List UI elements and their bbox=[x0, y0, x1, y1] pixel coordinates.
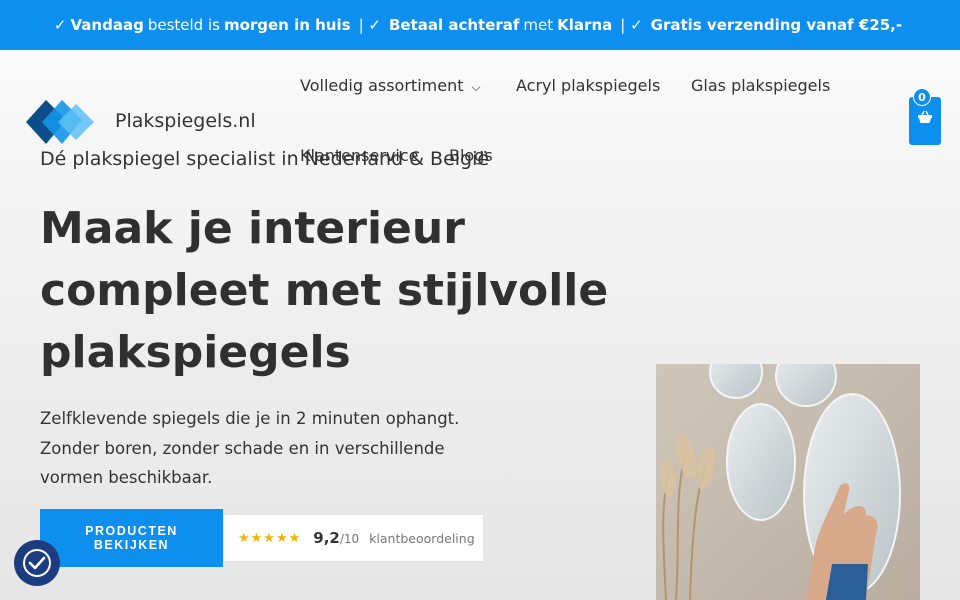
chevron-down-icon: ⌵ bbox=[471, 80, 481, 94]
description-line: vormen beschikbaar. bbox=[40, 468, 213, 487]
promo-separator: | ✓ bbox=[620, 16, 643, 34]
nav-item-glas[interactable]: Glas plakspiegels bbox=[691, 76, 830, 95]
promo-free-shipping: Gratis verzending vanaf €25,- bbox=[650, 16, 903, 34]
cta-label: PRODUCTEN bbox=[85, 524, 178, 538]
brand-name[interactable]: Plakspiegels.nl bbox=[115, 110, 256, 132]
description-line: Zonder boren, zonder schade en in versch… bbox=[40, 438, 445, 458]
rating-widget[interactable]: ★★★★★ 9,2/10 klantbeoordeling bbox=[223, 514, 484, 562]
rating-stars: ★★★★★ bbox=[238, 530, 302, 546]
cta-label: BEKIJKEN bbox=[93, 538, 170, 552]
promo-bar: ✓ Vandaag besteld is morgen in huis | ✓ … bbox=[0, 0, 960, 50]
cart-count-badge: 0 bbox=[913, 88, 931, 106]
promo-today: Vandaag bbox=[70, 16, 144, 34]
promo-ordered: besteld is bbox=[147, 16, 220, 34]
check-icon: ✓ bbox=[53, 16, 67, 34]
promo-klarna: Klarna bbox=[557, 16, 613, 34]
hero-image bbox=[656, 364, 920, 600]
headline-line: plakspiegels bbox=[40, 327, 351, 378]
promo-with: met bbox=[523, 16, 554, 34]
accessibility-button[interactable] bbox=[14, 540, 60, 586]
nav-item-assortiment[interactable]: Volledig assortiment ⌵ bbox=[300, 76, 481, 95]
headline-line: Maak je interieur bbox=[40, 203, 465, 254]
promo-pay-later: Betaal achteraf bbox=[388, 16, 520, 34]
promo-tomorrow: morgen in huis bbox=[223, 16, 351, 34]
headline-line: compleet met stijlvolle bbox=[40, 265, 609, 316]
rating-max: /10 bbox=[339, 532, 360, 546]
hero-tagline: Dé plakspiegel specialist in Nederland &… bbox=[40, 148, 490, 170]
shopping-basket-icon bbox=[918, 111, 932, 123]
logo-icon[interactable] bbox=[26, 98, 96, 146]
description-line: Zelfklevende spiegels die je in 2 minute… bbox=[40, 409, 460, 428]
view-products-button[interactable]: PRODUCTEN BEKIJKEN bbox=[40, 509, 223, 567]
rating-score: 9,2/10 bbox=[313, 529, 360, 547]
nav-item-label: Volledig assortiment bbox=[300, 76, 464, 95]
accessibility-icon bbox=[23, 549, 51, 577]
promo-separator: | ✓ bbox=[358, 16, 381, 34]
hero-description: Zelfklevende spiegels die je in 2 minute… bbox=[40, 404, 460, 493]
hero-headline: Maak je interieur compleet met stijlvoll… bbox=[40, 198, 640, 384]
nav-item-acryl[interactable]: Acryl plakspiegels bbox=[516, 76, 660, 95]
rating-label: klantbeoordeling bbox=[369, 530, 475, 546]
